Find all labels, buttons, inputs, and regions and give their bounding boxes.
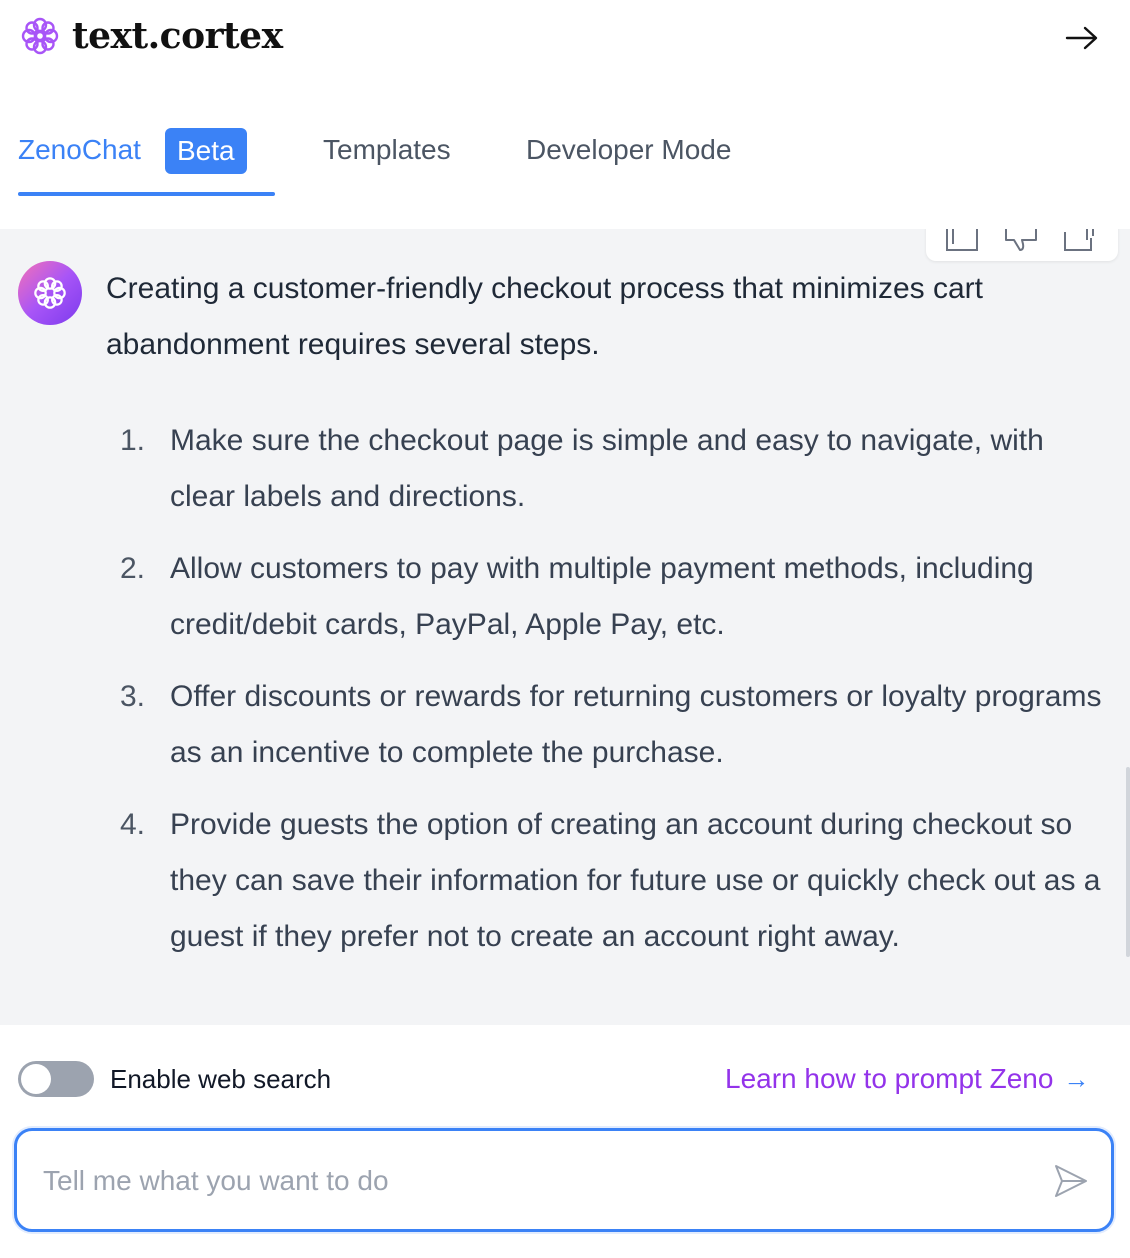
step-text: Offer discounts or rewards for returning… bbox=[170, 680, 1102, 769]
send-icon bbox=[1055, 1165, 1087, 1197]
assistant-message: Creating a customer-friendly checkout pr… bbox=[106, 261, 1106, 981]
step-text: Make sure the checkout page is simple an… bbox=[170, 424, 1044, 513]
web-search-label: Enable web search bbox=[110, 1063, 332, 1094]
brand-logo[interactable]: text.cortex bbox=[18, 14, 283, 58]
send-button[interactable] bbox=[1047, 1157, 1095, 1205]
list-item: 1. Make sure the checkout page is simple… bbox=[106, 413, 1106, 525]
message-actions bbox=[926, 229, 1118, 261]
beta-badge: Beta bbox=[164, 128, 247, 174]
step-number: 3. bbox=[120, 680, 146, 713]
copy-button[interactable] bbox=[943, 229, 983, 257]
zeno-avatar bbox=[18, 261, 82, 325]
copy-icon bbox=[946, 229, 979, 251]
brand-name: text.cortex bbox=[72, 15, 283, 57]
thumbs-down-button[interactable] bbox=[1002, 229, 1042, 257]
tab-zenochat[interactable]: ZenoChat Beta bbox=[18, 118, 275, 198]
header: text.cortex bbox=[0, 0, 1130, 80]
step-text: Allow customers to pay with multiple pay… bbox=[170, 552, 1034, 641]
share-button[interactable] bbox=[1061, 229, 1101, 257]
step-number: 2. bbox=[120, 552, 146, 585]
arrow-right-icon bbox=[1065, 26, 1098, 50]
toggle-knob bbox=[21, 1064, 51, 1094]
message-intro: Creating a customer-friendly checkout pr… bbox=[106, 272, 984, 361]
collapse-panel-button[interactable] bbox=[1060, 18, 1104, 58]
arrow-right-icon: → bbox=[1063, 1063, 1090, 1094]
cortex-flower-icon bbox=[21, 17, 59, 55]
learn-prompt-label: Learn how to prompt Zeno bbox=[725, 1063, 1054, 1094]
step-number: 1. bbox=[120, 424, 146, 457]
tab-zenochat-label: ZenoChat bbox=[18, 134, 141, 165]
app: text.cortex ZenoChat Beta Templates Deve… bbox=[0, 0, 1130, 1258]
learn-prompt-link[interactable]: Learn how to prompt Zeno → bbox=[725, 1060, 1089, 1098]
list-item: 4. Provide guests the option of creating… bbox=[106, 797, 1106, 965]
tab-templates-label: Templates bbox=[323, 134, 451, 165]
cortex-flower-icon bbox=[34, 277, 66, 309]
step-number: 4. bbox=[120, 808, 146, 841]
thumbs-down-icon bbox=[1004, 229, 1037, 251]
prompt-composer bbox=[14, 1128, 1114, 1232]
web-search-control: Enable web search bbox=[18, 1060, 331, 1098]
share-icon bbox=[1063, 229, 1094, 251]
tab-templates[interactable]: Templates bbox=[323, 118, 451, 198]
prompt-input[interactable] bbox=[43, 1157, 1003, 1205]
list-item: 2. Allow customers to pay with multiple … bbox=[106, 541, 1106, 653]
web-search-toggle[interactable] bbox=[18, 1061, 94, 1097]
chat-scrollbar[interactable] bbox=[1126, 767, 1130, 957]
tab-developer-mode-label: Developer Mode bbox=[526, 134, 732, 165]
mode-tabs: ZenoChat Beta Templates Developer Mode bbox=[0, 118, 1130, 198]
tab-developer-mode[interactable]: Developer Mode bbox=[526, 118, 731, 198]
steps-list: 1. Make sure the checkout page is simple… bbox=[106, 413, 1106, 965]
list-item: 3. Offer discounts or rewards for return… bbox=[106, 669, 1106, 781]
step-text: Provide guests the option of creating an… bbox=[170, 808, 1101, 953]
chat-thread[interactable]: Creating a customer-friendly checkout pr… bbox=[0, 229, 1130, 1025]
